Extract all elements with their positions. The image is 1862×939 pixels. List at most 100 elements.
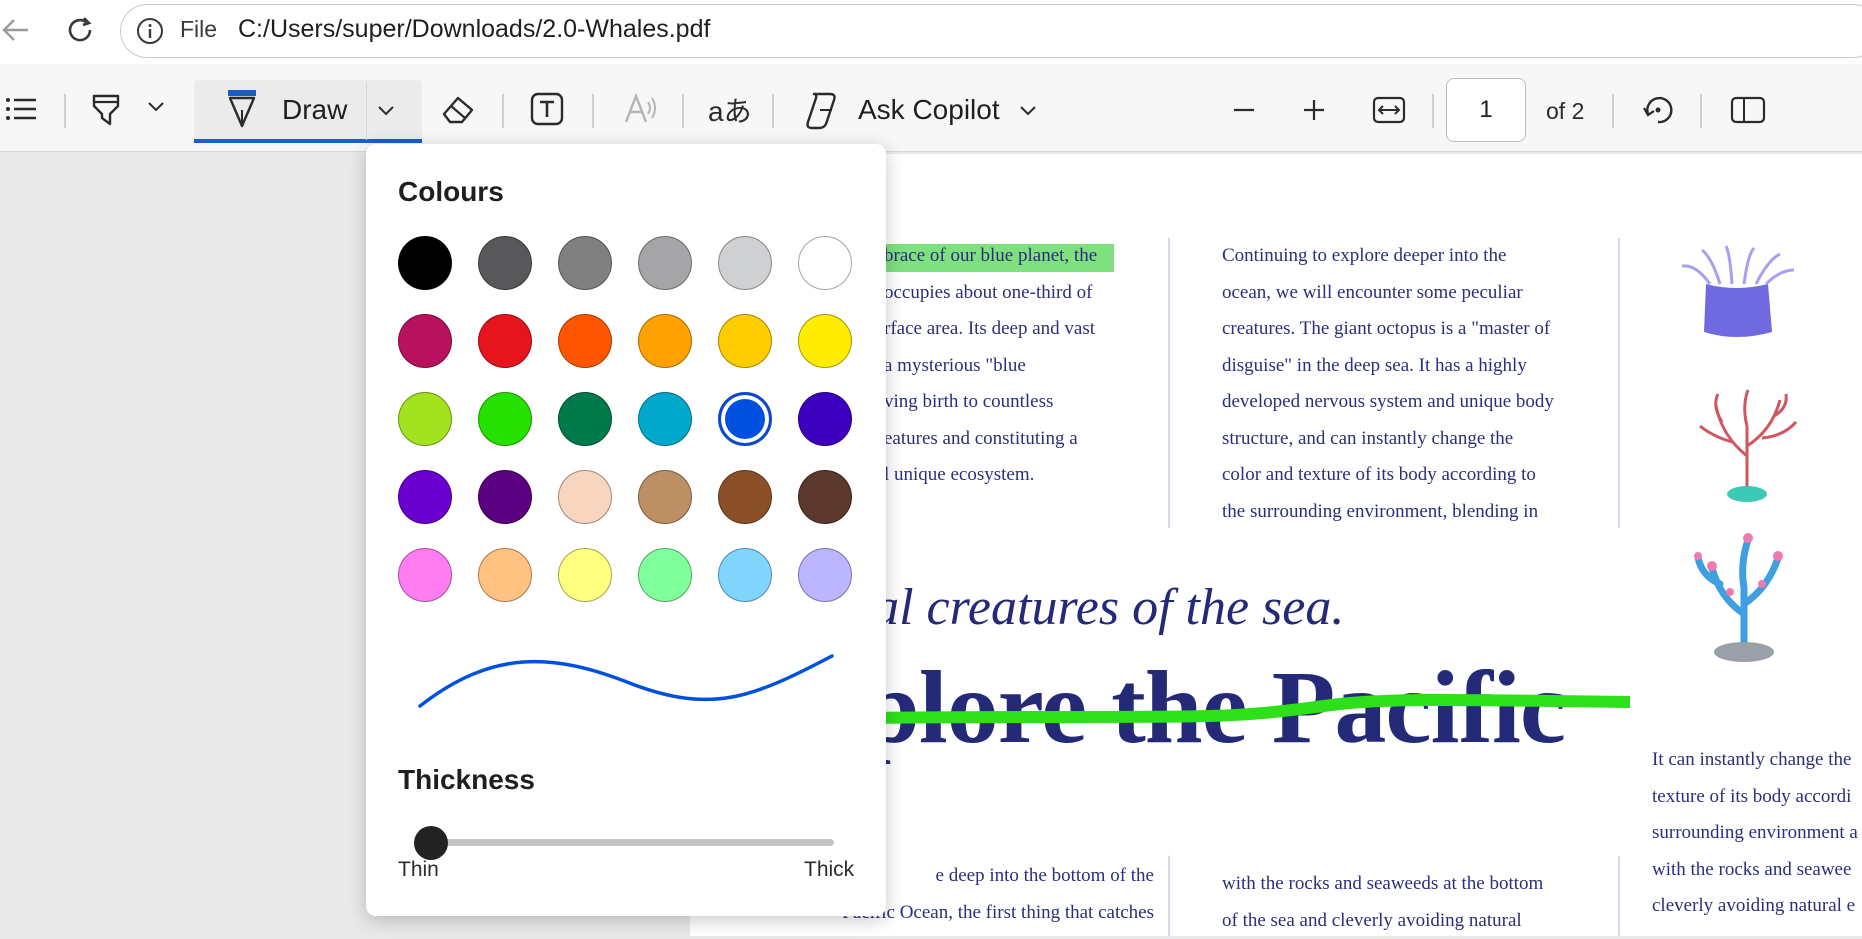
copilot-chevron-down-icon[interactable] <box>1018 104 1038 123</box>
draw-split-divider <box>366 82 367 140</box>
section-subtitle: cal creatures of the sea. <box>850 578 1344 637</box>
thickness-heading: Thickness <box>398 764 535 796</box>
colour-swatch[interactable] <box>638 314 692 368</box>
colour-swatch[interactable] <box>398 236 452 290</box>
toolbar-divider <box>1432 94 1434 128</box>
copilot-icon[interactable] <box>802 90 842 135</box>
colour-swatch[interactable] <box>478 236 532 290</box>
column-divider <box>1618 238 1620 528</box>
colour-swatch[interactable] <box>558 314 612 368</box>
text-line: rface area. Its deep and vast <box>884 311 1164 348</box>
colours-heading: Colours <box>398 176 504 208</box>
draw-active-indicator <box>194 139 422 143</box>
toolbar-divider <box>502 94 504 128</box>
text-line: It can instantly change the <box>1652 742 1862 779</box>
text-line: texture of its body accordi <box>1652 779 1862 816</box>
text-line: surrounding environment a <box>1652 815 1862 852</box>
rotate-icon[interactable] <box>1640 92 1676 133</box>
thick-label: Thick <box>804 858 854 882</box>
toolbar-divider <box>682 94 684 128</box>
red-coral-illustration <box>1692 386 1802 506</box>
eraser-icon[interactable] <box>440 92 476 131</box>
colour-swatch[interactable] <box>718 236 772 290</box>
column-3-lower-text: It can instantly change the texture of i… <box>1652 742 1862 925</box>
zoom-out-icon[interactable] <box>1232 98 1256 127</box>
text-line: a mysterious "blue <box>884 348 1164 385</box>
highlighter-chevron-down-icon[interactable] <box>146 100 166 119</box>
colour-swatch[interactable] <box>718 392 772 446</box>
colour-swatch[interactable] <box>558 470 612 524</box>
text-box-icon[interactable] <box>530 92 564 131</box>
reload-icon[interactable] <box>62 12 98 48</box>
text-line: with the rocks and seaweeds at the botto… <box>1222 866 1602 903</box>
colour-swatch[interactable] <box>478 314 532 368</box>
thickness-slider-track[interactable] <box>414 839 834 846</box>
text-line: developed nervous system and unique body <box>1222 384 1602 421</box>
highlighter-icon[interactable] <box>90 92 124 133</box>
colour-swatch[interactable] <box>478 470 532 524</box>
toolbar-divider <box>1700 94 1702 128</box>
ink-strikethrough[interactable] <box>870 690 1630 730</box>
stroke-preview <box>412 650 836 710</box>
colour-swatch[interactable] <box>798 236 852 290</box>
colour-swatch[interactable] <box>478 548 532 602</box>
colour-swatch[interactable] <box>798 314 852 368</box>
fit-to-width-icon[interactable] <box>1372 96 1406 129</box>
ask-copilot-label[interactable]: Ask Copilot <box>858 94 1000 126</box>
text-line: eatures and constituting a <box>884 421 1164 458</box>
read-aloud-icon <box>622 92 658 131</box>
url-text[interactable]: C:/Users/super/Downloads/2.0-Whales.pdf <box>238 15 710 44</box>
text-line: cleverly avoiding natural e <box>1652 888 1862 925</box>
text-line: structure, and can instantly change the <box>1222 421 1602 458</box>
thin-label: Thin <box>398 858 439 882</box>
draw-chevron-down-icon[interactable] <box>376 104 396 123</box>
colour-swatch[interactable] <box>558 236 612 290</box>
text-line: brace of our blue planet, the <box>884 238 1164 275</box>
text-line: ving birth to countless <box>884 384 1164 421</box>
colour-swatch[interactable] <box>478 392 532 446</box>
colour-swatch[interactable] <box>638 548 692 602</box>
column-1-text: brace of our blue planet, the occupies a… <box>884 238 1164 494</box>
thickness-slider-thumb[interactable] <box>414 826 448 860</box>
text-line: color and texture of its body according … <box>1222 457 1602 494</box>
zoom-in-icon[interactable] <box>1302 98 1326 127</box>
toolbar-divider <box>64 94 66 128</box>
info-icon[interactable] <box>136 17 164 45</box>
toolbar-divider <box>1612 94 1614 128</box>
colour-swatch[interactable] <box>558 392 612 446</box>
colour-swatch[interactable] <box>398 470 452 524</box>
sea-anemone-illustration <box>1676 244 1796 344</box>
text-line: creatures. The giant octopus is a "maste… <box>1222 311 1602 348</box>
text-line: the surrounding environment, blending in <box>1222 494 1602 531</box>
colour-swatch[interactable] <box>398 392 452 446</box>
file-scheme-label: File <box>180 16 217 43</box>
pen-icon <box>224 88 260 135</box>
draw-label: Draw <box>282 94 347 126</box>
column-divider <box>1168 856 1170 936</box>
column-2-bottom-text: with the rocks and seaweeds at the botto… <box>1222 866 1602 939</box>
colour-swatch[interactable] <box>798 548 852 602</box>
text-line: of the sea and cleverly avoiding natural <box>1222 903 1602 939</box>
page-count-label: of 2 <box>1546 98 1584 125</box>
page-view-icon[interactable] <box>1730 96 1766 129</box>
colour-swatch[interactable] <box>638 470 692 524</box>
colour-swatch[interactable] <box>718 470 772 524</box>
colour-swatch[interactable] <box>558 548 612 602</box>
blue-coral-illustration <box>1690 528 1800 668</box>
colour-swatch[interactable] <box>798 392 852 446</box>
translate-icon[interactable]: aあ <box>708 90 752 130</box>
back-arrow-icon[interactable] <box>0 12 30 48</box>
colour-swatch[interactable] <box>798 470 852 524</box>
colour-swatch[interactable] <box>398 314 452 368</box>
colour-swatch[interactable] <box>718 314 772 368</box>
text-line: disguise" in the deep sea. It has a high… <box>1222 348 1602 385</box>
colour-swatch[interactable] <box>398 548 452 602</box>
text-line: occupies about one-third of <box>884 275 1164 312</box>
toolbar-divider <box>592 94 594 128</box>
colour-swatch[interactable] <box>638 236 692 290</box>
contents-list-icon[interactable] <box>4 92 38 131</box>
page-number-input[interactable]: 1 <box>1446 78 1526 142</box>
colour-swatch[interactable] <box>638 392 692 446</box>
colour-swatch[interactable] <box>718 548 772 602</box>
text-line: ocean, we will encounter some peculiar <box>1222 275 1602 312</box>
